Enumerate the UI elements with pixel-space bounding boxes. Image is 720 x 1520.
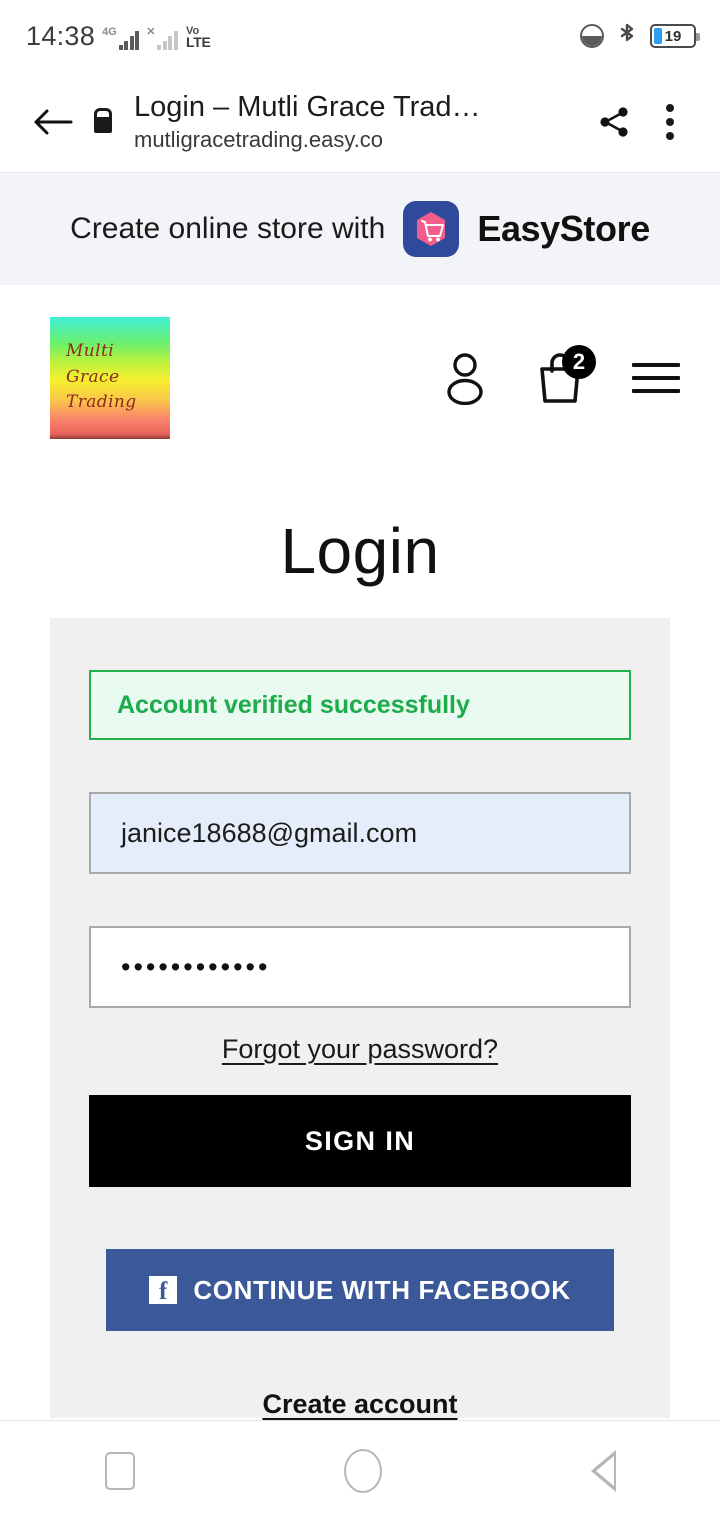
promo-text-label: Create online store with	[70, 212, 386, 245]
battery-icon: 19	[650, 24, 700, 48]
page-title-label: Login – Mutli Grace Trad…	[134, 91, 481, 124]
network-type-label: 4G	[102, 25, 117, 38]
user-account-icon[interactable]	[442, 351, 488, 405]
triangle-back-icon[interactable]	[590, 1449, 616, 1492]
volte-bottom-label: LTE	[185, 34, 211, 51]
email-field-value: janice18688@gmail.com	[121, 817, 418, 848]
easystore-cart-logo-icon	[417, 212, 446, 246]
cart-button[interactable]: 2	[536, 344, 596, 405]
store-logo-line-1: Multi	[66, 341, 115, 362]
android-navigation-bar	[0, 1420, 720, 1520]
signal-group-primary: 4G	[102, 25, 140, 50]
hamburger-menu-icon[interactable]	[632, 362, 680, 393]
status-bar-clock: 14:38	[26, 20, 96, 51]
circle-home-icon[interactable]	[343, 1448, 382, 1493]
sign-in-button[interactable]: SIGN IN	[89, 1095, 631, 1187]
status-bar-right: 19	[580, 22, 700, 50]
store-header: Multi Grace Trading 2	[0, 285, 720, 470]
browser-back-button[interactable]	[26, 95, 80, 149]
share-icon	[600, 107, 628, 137]
square-recents-icon[interactable]	[104, 1451, 135, 1490]
facebook-f-icon: f	[149, 1276, 178, 1304]
back-arrow-icon	[34, 109, 73, 135]
site-security-button[interactable]	[80, 107, 126, 133]
signal-group-secondary: ✕	[146, 25, 178, 50]
email-field[interactable]: janice18688@gmail.com	[89, 792, 631, 874]
facebook-login-label: CONTINUE WITH FACEBOOK	[193, 1274, 571, 1305]
signal-bars-dim-icon	[157, 30, 178, 50]
password-field[interactable]: ••••••••••••	[89, 926, 631, 1008]
phone-screen: 14:38 4G ✕ Vo LTE 19 Login – Mutli Grace…	[0, 0, 720, 1520]
cart-count-badge: 2	[562, 344, 596, 379]
forgot-password-link[interactable]: Forgot your password?	[89, 1034, 631, 1065]
overflow-menu-icon	[666, 104, 674, 140]
status-bar: 14:38 4G ✕ Vo LTE 19	[0, 0, 720, 72]
create-account-link[interactable]: Create account	[89, 1389, 631, 1420]
volte-icon: Vo LTE	[185, 25, 211, 51]
page-url-label: mutligracetrading.easy.co	[134, 126, 384, 152]
signal-bars-icon	[118, 30, 140, 50]
login-form-card: Account verified successfully janice1868…	[50, 618, 670, 1420]
success-alert-message: Account verified successfully	[117, 690, 470, 719]
browser-menu-button[interactable]	[642, 94, 698, 150]
success-alert: Account verified successfully	[89, 670, 631, 740]
store-header-actions: 2	[442, 344, 680, 405]
battery-percent-label: 19	[664, 27, 682, 45]
url-bar[interactable]: Login – Mutli Grace Trad… mutligracetrad…	[126, 91, 586, 153]
store-logo-line-3: Trading	[66, 392, 137, 413]
status-bar-left: 14:38 4G ✕ Vo LTE	[26, 20, 211, 51]
browser-toolbar: Login – Mutli Grace Trad… mutligracetrad…	[0, 72, 720, 172]
store-logo[interactable]: Multi Grace Trading	[50, 316, 170, 439]
easystore-brand-label: EasyStore	[477, 208, 650, 249]
store-logo-line-2: Grace	[66, 366, 120, 387]
password-field-value: ••••••••••••	[121, 951, 271, 982]
no-sim-icon: ✕	[146, 25, 156, 38]
facebook-login-button[interactable]: f CONTINUE WITH FACEBOOK	[106, 1249, 614, 1331]
page-heading: Login	[280, 515, 440, 587]
bluetooth-icon	[620, 23, 634, 42]
share-button[interactable]	[586, 94, 642, 150]
dnd-icon	[580, 24, 604, 48]
easystore-promo-banner[interactable]: Create online store with EasyStore	[0, 172, 720, 285]
lock-icon	[94, 107, 112, 133]
easystore-logo	[403, 201, 460, 257]
